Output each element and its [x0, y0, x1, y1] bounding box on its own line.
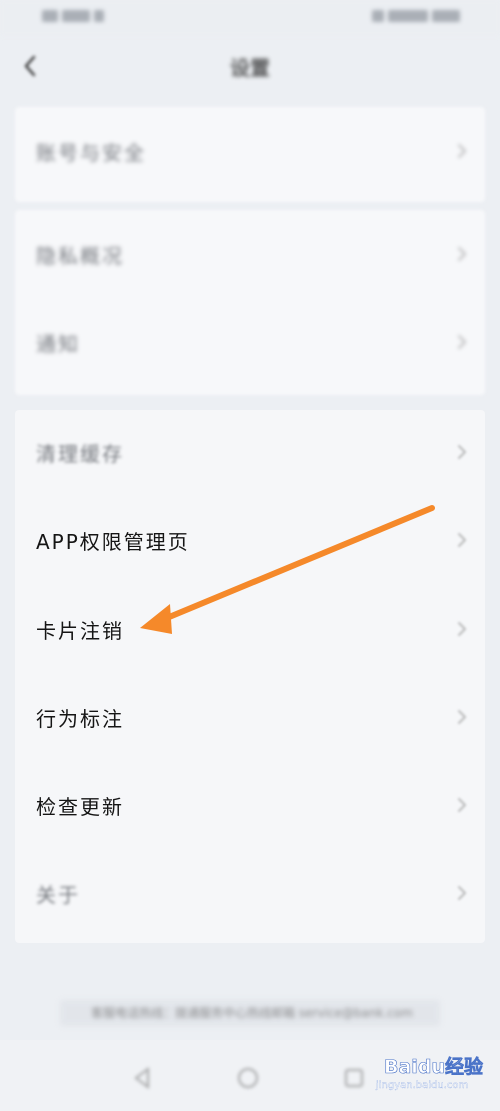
- row-label: 行为标注: [36, 707, 124, 731]
- chevron-right-icon: [458, 247, 466, 261]
- row-label: APP权限管理页: [36, 530, 190, 554]
- row-label: 隐私概况: [36, 244, 124, 268]
- row-account-security[interactable]: 账号与安全: [15, 109, 485, 197]
- status-right: [372, 10, 460, 22]
- chevron-right-icon: [458, 622, 466, 636]
- row-privacy[interactable]: 隐私概况: [15, 212, 485, 300]
- settings-group-privacy: 隐私概况 通知: [15, 210, 485, 395]
- nav-recents-icon[interactable]: [342, 1066, 366, 1090]
- wifi-icon: [94, 10, 104, 22]
- chevron-right-icon: [458, 144, 466, 158]
- settings-group-account: 账号与安全: [15, 107, 485, 202]
- baidu-jingyan-watermark: Baidu经验 jingyan.baidu.com: [376, 1052, 488, 1098]
- row-label: 检查更新: [36, 795, 124, 819]
- footer-contact-text: 客服电话热线：拨通服务中心热线邮箱 service@bank.com: [91, 1006, 413, 1020]
- chevron-right-icon: [458, 798, 466, 812]
- page-title: 设置: [230, 56, 270, 80]
- chevron-right-icon: [458, 533, 466, 547]
- row-about[interactable]: 关于: [15, 851, 485, 939]
- row-label: 账号与安全: [36, 141, 146, 165]
- chevron-right-icon: [458, 445, 466, 459]
- status-left: [42, 10, 104, 22]
- row-label: 通知: [36, 332, 80, 356]
- watermark-logo: Baidu经验: [384, 1056, 484, 1079]
- clock-block: [432, 10, 460, 22]
- row-label: 关于: [36, 883, 80, 907]
- row-behavior-annotation[interactable]: 行为标注: [15, 675, 485, 763]
- row-card-cancellation[interactable]: 卡片注销: [15, 587, 485, 675]
- row-label: 清理缓存: [36, 442, 124, 466]
- header: 设置: [0, 36, 500, 96]
- row-label: 卡片注销: [36, 619, 124, 643]
- status-bar: [0, 0, 500, 36]
- settings-group-general: 清理缓存 APP权限管理页 卡片注销 行为标注 检查更新 关于: [15, 410, 485, 943]
- alarm-icon: [372, 10, 384, 22]
- battery-icon: [388, 10, 428, 22]
- row-clear-cache[interactable]: 清理缓存: [15, 410, 485, 498]
- nav-home-icon[interactable]: [236, 1066, 260, 1090]
- row-check-update[interactable]: 检查更新: [15, 763, 485, 851]
- carrier-text-block: [62, 10, 90, 22]
- chevron-right-icon: [458, 886, 466, 900]
- watermark-url: jingyan.baidu.com: [376, 1080, 469, 1091]
- chevron-right-icon: [458, 710, 466, 724]
- nav-back-icon[interactable]: [130, 1066, 154, 1090]
- signal-icon: [42, 10, 58, 22]
- row-notifications[interactable]: 通知: [15, 300, 485, 388]
- row-app-permissions[interactable]: APP权限管理页: [15, 498, 485, 586]
- chevron-right-icon: [458, 335, 466, 349]
